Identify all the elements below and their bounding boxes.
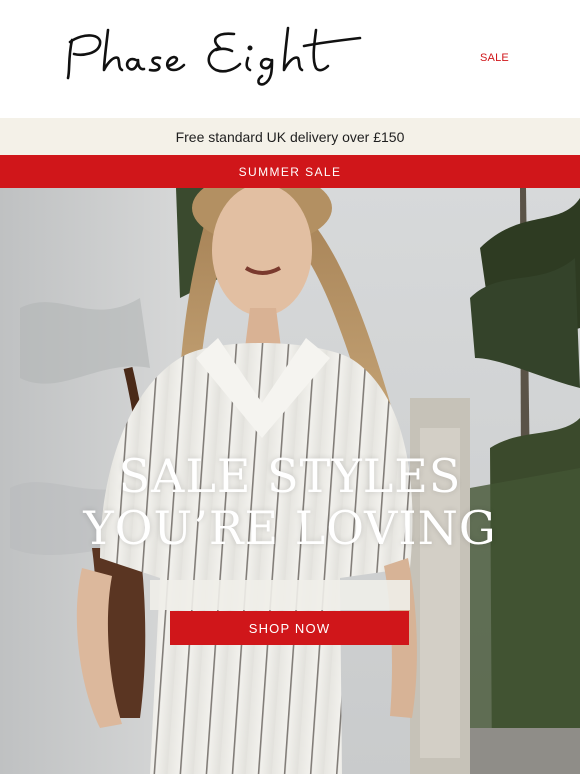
summer-sale-label: SUMMER SALE (238, 164, 342, 179)
hero-headline: SALE STYLES YOU’RE LOVING (0, 450, 580, 554)
header: SALE (0, 0, 580, 118)
brand-logo[interactable] (64, 18, 364, 88)
delivery-banner: Free standard UK delivery over £150 (0, 118, 580, 155)
hero-banner[interactable]: SALE STYLES YOU’RE LOVING SHOP NOW (0, 188, 580, 774)
hero-headline-line-1: SALE STYLES (118, 449, 462, 503)
email-page: SALE Free standard UK delivery over £150… (0, 0, 580, 774)
sale-nav-link[interactable]: SALE (480, 52, 509, 64)
delivery-text: Free standard UK delivery over £150 (175, 128, 405, 145)
logo-wordmark-icon (66, 26, 362, 86)
summer-sale-banner[interactable]: SUMMER SALE (0, 155, 580, 188)
hero-headline-line-2: YOU’RE LOVING (83, 501, 497, 555)
shop-now-button[interactable]: SHOP NOW (170, 611, 409, 645)
